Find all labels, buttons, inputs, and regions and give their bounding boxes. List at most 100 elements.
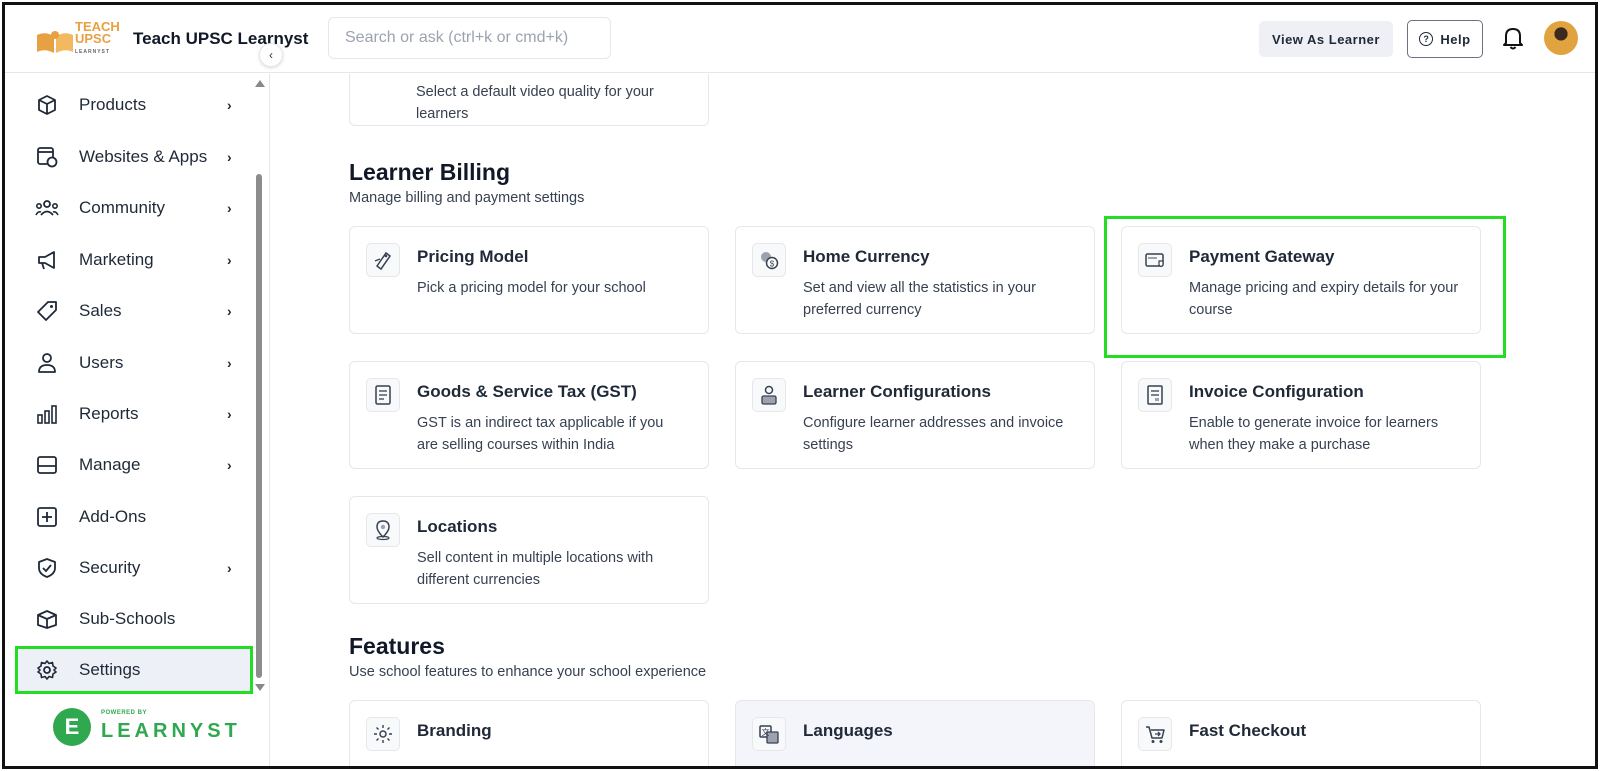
sidebar-item-websites-apps[interactable]: Websites & Apps › (15, 134, 251, 180)
sidebar-item-manage[interactable]: Manage › (15, 442, 251, 488)
card-description: Sell content in multiple locations with … (417, 550, 654, 588)
sidebar-item-add-ons[interactable]: Add-Ons (15, 494, 251, 540)
community-icon (35, 196, 59, 220)
user-avatar[interactable] (1544, 21, 1578, 55)
sidebar-item-users[interactable]: Users › (15, 340, 251, 386)
top-bar: TEACH UPSC LEARNYST Teach UPSC Learnyst … (5, 5, 1595, 73)
features-title: Features (349, 633, 445, 659)
svg-text:$: $ (770, 260, 775, 269)
languages-card[interactable]: 文 Languages (735, 700, 1095, 766)
card-title: Goods & Service Tax (GST) (417, 382, 637, 401)
sidebar-item-marketing[interactable]: Marketing › (15, 237, 251, 283)
sidebar-item-label: Users (79, 353, 124, 372)
sidebar-item-label: Community (79, 198, 165, 217)
card-description: Select a default video quality for your … (416, 84, 654, 122)
chevron-right-icon: › (227, 355, 232, 371)
help-label: Help (1440, 31, 1471, 47)
chevron-right-icon: › (227, 200, 232, 216)
invoice-icon (1138, 378, 1172, 412)
sidebar-item-security[interactable]: Security › (15, 545, 251, 591)
scrollbar-thumb[interactable] (256, 174, 262, 678)
chevron-right-icon: › (227, 457, 232, 473)
collapse-sidebar-button[interactable]: ‹ (259, 43, 283, 67)
school-name[interactable]: Teach UPSC Learnyst (133, 29, 308, 49)
bell-icon[interactable] (1501, 25, 1525, 51)
chevron-right-icon: › (227, 406, 232, 422)
pricing-model-card[interactable]: Pricing Model Pick a pricing model for y… (349, 226, 709, 334)
card-title: Pricing Model (417, 247, 529, 266)
logo-text-small: LEARNYST (75, 49, 110, 55)
book-logo-icon (37, 31, 73, 53)
sidebar-item-sub-schools[interactable]: Sub-Schools (15, 596, 251, 642)
sidebar-item-sales[interactable]: Sales › (15, 288, 251, 334)
user-icon (35, 351, 59, 375)
sidebar-item-products[interactable]: Products › (15, 82, 251, 128)
tag-icon (35, 299, 59, 323)
learner-config-icon (752, 378, 786, 412)
invoice-configuration-card[interactable]: Invoice Configuration Enable to generate… (1121, 361, 1481, 469)
payment-gateway-card[interactable]: Payment Gateway Manage pricing and expir… (1121, 226, 1481, 334)
card-description: GST is an indirect tax applicable if you… (417, 415, 664, 453)
learner-billing-subtitle: Manage billing and payment settings (349, 190, 585, 206)
payment-card-icon (1138, 243, 1172, 277)
sidebar-item-label: Add-Ons (79, 507, 147, 526)
powered-by-learnyst[interactable]: E POWERED BY LEARNYST (53, 706, 237, 750)
gst-card[interactable]: Goods & Service Tax (GST) GST is an indi… (349, 361, 709, 469)
tax-document-icon (366, 378, 400, 412)
help-button[interactable]: ? Help (1407, 20, 1483, 58)
search-input[interactable] (328, 17, 611, 59)
chevron-right-icon: › (227, 149, 232, 165)
learner-billing-title: Learner Billing (349, 159, 511, 185)
video-quality-card[interactable]: Select a default video quality for your … (349, 74, 709, 126)
languages-icon: 文 (752, 717, 786, 751)
chevron-right-icon: › (227, 97, 232, 113)
location-pin-icon (366, 513, 400, 547)
scroll-up-arrow-icon[interactable] (255, 80, 265, 87)
card-description: Enable to generate invoice for learners … (1189, 415, 1439, 453)
locations-card[interactable]: Locations Sell content in multiple locat… (349, 496, 709, 604)
sidebar-scrollbar[interactable] (253, 78, 265, 696)
learnyst-logo-icon: E (53, 708, 91, 746)
scroll-down-arrow-icon[interactable] (255, 684, 265, 691)
sidebar-item-community[interactable]: Community › (15, 185, 251, 231)
chevron-right-icon: › (227, 560, 232, 576)
settings-main: Select a default video quality for your … (271, 74, 1595, 766)
card-title: Invoice Configuration (1189, 382, 1364, 401)
cube-icon (35, 93, 59, 117)
branding-icon (366, 717, 400, 751)
website-icon (35, 145, 59, 169)
learner-configurations-card[interactable]: Learner Configurations Configure learner… (735, 361, 1095, 469)
features-subtitle: Use school features to enhance your scho… (349, 664, 707, 680)
home-currency-card[interactable]: $ Home Currency Set and view all the sta… (735, 226, 1095, 334)
view-as-learner-button[interactable]: View As Learner (1259, 21, 1393, 57)
sidebar-item-settings[interactable]: Settings (15, 646, 253, 694)
chevron-right-icon: › (227, 303, 232, 319)
sidebar-item-label: Sub-Schools (79, 609, 176, 628)
manage-icon (35, 453, 59, 477)
sidebar-item-label: Settings (79, 660, 141, 679)
bar-chart-icon (35, 402, 59, 426)
school-logo[interactable]: TEACH UPSC LEARNYST (35, 17, 120, 61)
pricing-icon (366, 243, 400, 277)
gear-icon (35, 658, 59, 682)
sidebar-item-reports[interactable]: Reports › (15, 391, 251, 437)
card-description: Set and view all the statistics in your … (803, 280, 1036, 318)
card-title: Fast Checkout (1189, 721, 1307, 740)
sidebar-item-label: Marketing (79, 250, 154, 269)
shield-icon (35, 556, 59, 580)
sidebar-item-label: Sales (79, 301, 122, 320)
card-title: Languages (803, 721, 893, 740)
question-icon: ? (1419, 32, 1434, 46)
card-title: Home Currency (803, 247, 930, 266)
card-description: Pick a pricing model for your school (417, 280, 646, 296)
branding-card[interactable]: Branding (349, 700, 709, 766)
plus-square-icon (35, 505, 59, 529)
fast-checkout-card[interactable]: Fast Checkout (1121, 700, 1481, 766)
sidebar-item-label: Reports (79, 404, 139, 423)
megaphone-icon (35, 248, 59, 272)
logo-text: TEACH UPSC LEARNYST (75, 20, 120, 58)
card-title: Payment Gateway (1189, 247, 1335, 266)
powered-by-text: POWERED BY (101, 710, 148, 716)
sidebar-item-label: Websites & Apps (79, 147, 208, 166)
card-title: Branding (417, 721, 492, 740)
